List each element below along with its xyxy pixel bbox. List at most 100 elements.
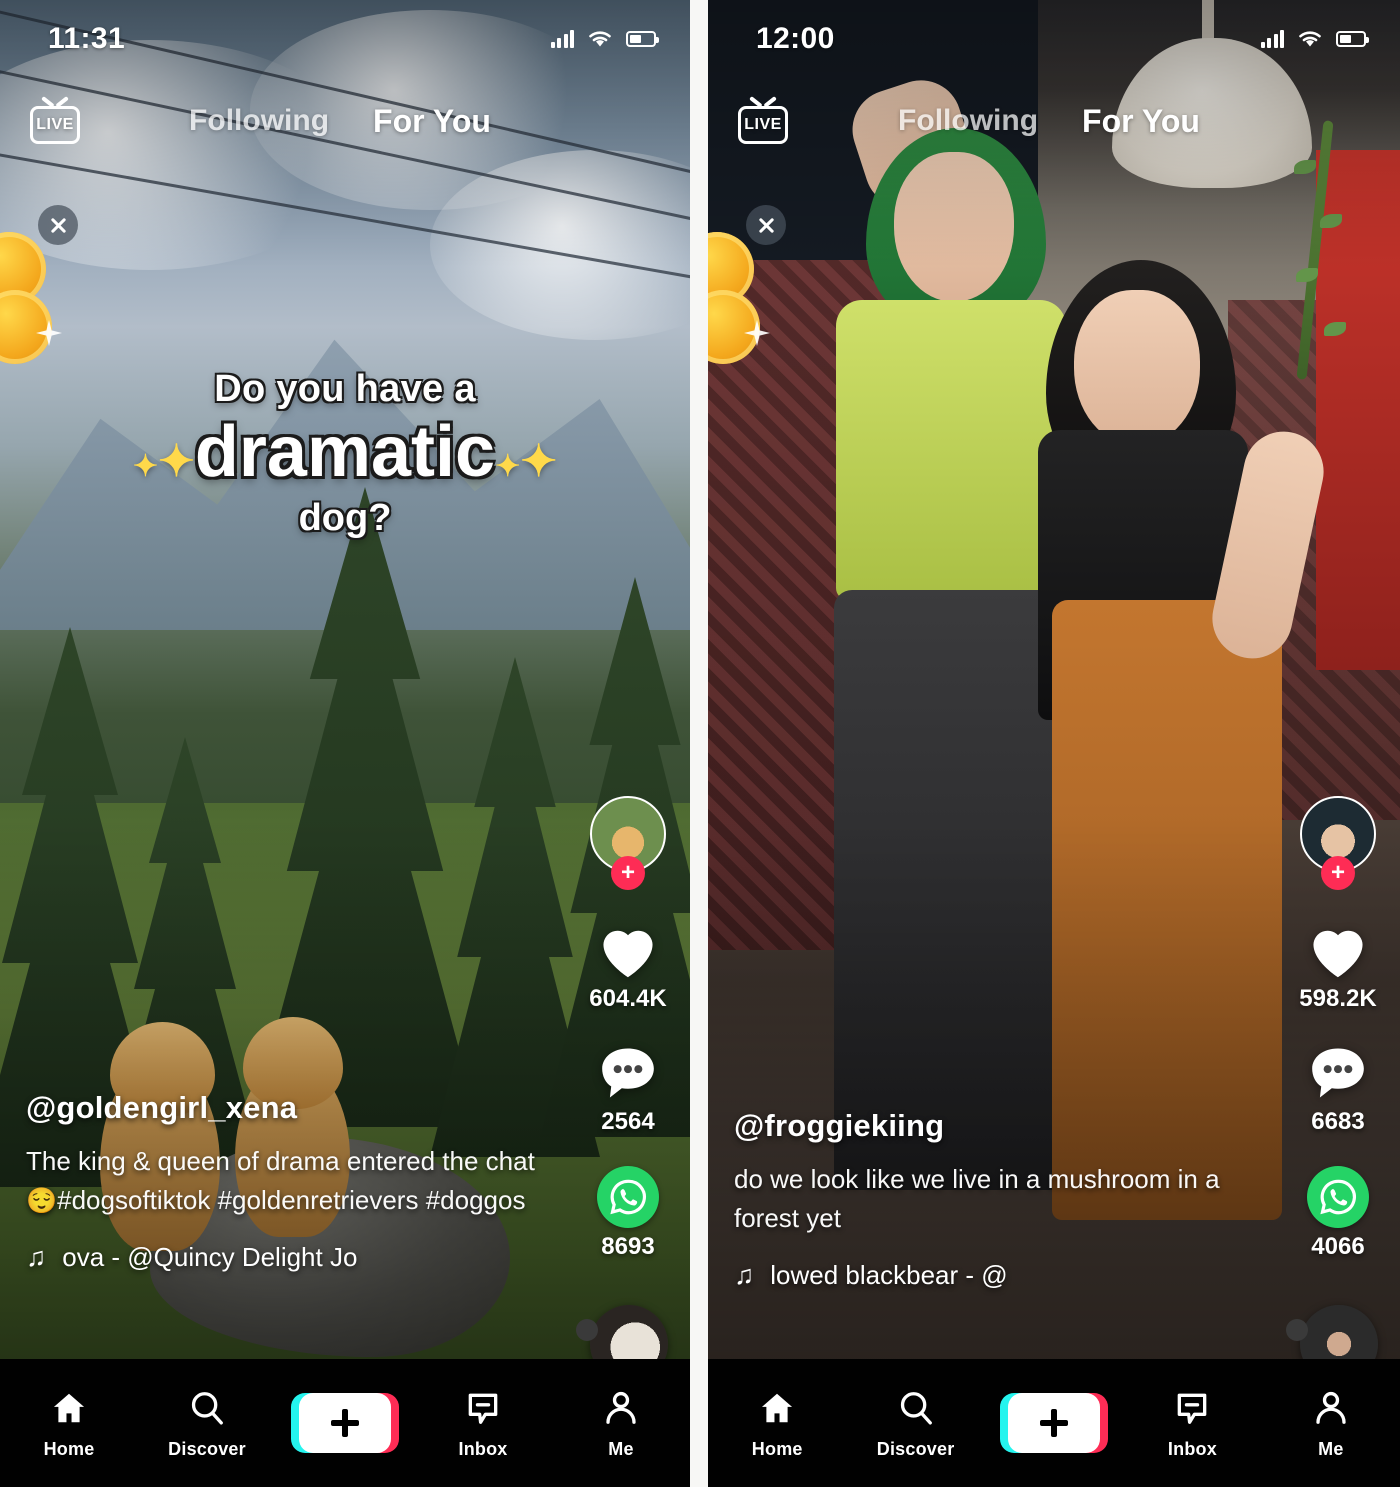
status-clock: 12:00 bbox=[756, 22, 835, 55]
video-caption: @goldengirl_xena The king & queen of dra… bbox=[26, 1090, 546, 1274]
cellular-signal-icon bbox=[550, 30, 574, 48]
share-count: 8693 bbox=[601, 1233, 655, 1260]
top-tab-bar: LIVE Following For You bbox=[0, 88, 690, 154]
caption-hashtags[interactable]: #dogsoftiktok #goldenretrievers bbox=[57, 1185, 418, 1215]
feed-tabs: Following For You bbox=[898, 103, 1210, 140]
music-title: lowed blackbear - @ bbox=[770, 1260, 1008, 1290]
battery-icon bbox=[626, 31, 659, 47]
gold-coins-icon[interactable] bbox=[0, 232, 62, 372]
inbox-message-icon bbox=[1169, 1386, 1215, 1430]
feed-tabs: Following For You bbox=[189, 103, 501, 140]
follow-button[interactable]: + bbox=[611, 856, 645, 890]
music-note-icon: ♫ bbox=[734, 1260, 755, 1290]
share-button[interactable]: 4066 bbox=[1307, 1166, 1369, 1261]
nav-item-discover[interactable]: Discover bbox=[846, 1386, 984, 1460]
live-tv-icon[interactable]: LIVE bbox=[30, 98, 80, 144]
live-label: LIVE bbox=[36, 116, 74, 133]
home-icon bbox=[46, 1386, 92, 1430]
nav-label-inbox: Inbox bbox=[1167, 1439, 1217, 1459]
phone-panel-right: 12:00 LIVE Following For You + 598.2K 66… bbox=[708, 0, 1400, 1487]
caption-text: do we look like we live in a mushroom in… bbox=[734, 1160, 1244, 1238]
nav-item-create[interactable] bbox=[985, 1393, 1123, 1453]
wifi-icon bbox=[589, 31, 611, 47]
dual-phone-screenshot: 11:31 LIVE Following For You Do you have… bbox=[0, 0, 1400, 1487]
comment-button[interactable]: 6683 bbox=[1307, 1043, 1369, 1136]
nav-item-discover[interactable]: Discover bbox=[138, 1386, 276, 1460]
like-count: 604.4K bbox=[589, 985, 667, 1012]
status-clock: 11:31 bbox=[48, 22, 126, 55]
caption-line-1: do we look like we live in a mushroom in bbox=[734, 1164, 1198, 1194]
music-row[interactable]: ♫ ova - @Quincy Delight Jo bbox=[26, 1242, 546, 1273]
search-icon bbox=[893, 1386, 939, 1430]
nav-item-home[interactable]: Home bbox=[708, 1386, 846, 1460]
bottom-navigation: Home Discover Inbox Me bbox=[0, 1359, 690, 1487]
creator-avatar[interactable]: + bbox=[590, 796, 666, 890]
cellular-signal-icon bbox=[1260, 30, 1284, 48]
nav-item-create[interactable] bbox=[276, 1393, 414, 1453]
relieved-face-emoji: 😌 bbox=[26, 1186, 58, 1215]
gold-coins-icon[interactable] bbox=[708, 232, 770, 372]
nav-label-discover: Discover bbox=[876, 1439, 955, 1459]
caption-text: The king & queen of drama entered the ch… bbox=[26, 1142, 546, 1221]
tab-following[interactable]: Following bbox=[189, 104, 329, 138]
comment-bubble-icon bbox=[602, 1048, 654, 1098]
tab-following[interactable]: Following bbox=[898, 104, 1038, 138]
status-bar: 11:31 bbox=[0, 0, 690, 78]
create-plus-icon[interactable] bbox=[1000, 1393, 1109, 1453]
caption-username[interactable]: @froggiekiing bbox=[734, 1108, 1244, 1144]
nav-item-me[interactable]: Me bbox=[552, 1386, 690, 1460]
home-icon bbox=[754, 1386, 800, 1430]
status-bar: 12:00 bbox=[708, 0, 1400, 78]
caption-line-3[interactable]: #doggos bbox=[426, 1185, 526, 1215]
action-rail: + 604.4K 2564 8693 bbox=[582, 796, 674, 1261]
comment-count: 2564 bbox=[601, 1108, 655, 1135]
top-tab-bar: LIVE Following For You bbox=[708, 88, 1400, 154]
tab-for-you[interactable]: For You bbox=[1082, 103, 1200, 140]
whatsapp-share-icon bbox=[597, 1166, 659, 1228]
close-icon[interactable] bbox=[38, 205, 78, 245]
live-tv-icon[interactable]: LIVE bbox=[738, 98, 788, 144]
nav-item-home[interactable]: Home bbox=[0, 1386, 138, 1460]
like-button[interactable]: 598.2K bbox=[1299, 920, 1377, 1013]
nav-label-home: Home bbox=[751, 1439, 803, 1459]
battery-icon bbox=[1336, 31, 1369, 47]
status-system-icons bbox=[1260, 29, 1369, 49]
music-note-icon: ♫ bbox=[26, 1242, 47, 1272]
nav-item-inbox[interactable]: Inbox bbox=[1123, 1386, 1261, 1460]
share-count: 4066 bbox=[1311, 1233, 1365, 1260]
live-label: LIVE bbox=[744, 116, 782, 133]
heart-icon bbox=[603, 930, 653, 978]
nav-label-me: Me bbox=[608, 1439, 634, 1459]
search-icon bbox=[184, 1386, 230, 1430]
action-rail: + 598.2K 6683 4066 bbox=[1292, 796, 1384, 1261]
music-title: ova - @Quincy Delight Jo bbox=[62, 1242, 358, 1272]
create-plus-icon[interactable] bbox=[291, 1393, 399, 1453]
nav-item-me[interactable]: Me bbox=[1262, 1386, 1400, 1460]
like-button[interactable]: 604.4K bbox=[589, 920, 667, 1013]
status-system-icons bbox=[550, 29, 659, 49]
caption-username[interactable]: @goldengirl_xena bbox=[26, 1090, 546, 1126]
heart-icon bbox=[1313, 930, 1363, 978]
wifi-icon bbox=[1299, 31, 1321, 47]
tab-for-you[interactable]: For You bbox=[373, 103, 491, 140]
panel-divider bbox=[690, 0, 708, 1487]
comment-button[interactable]: 2564 bbox=[597, 1043, 659, 1136]
share-button[interactable]: 8693 bbox=[597, 1166, 659, 1261]
person-icon bbox=[1308, 1386, 1354, 1430]
like-count: 598.2K bbox=[1299, 985, 1377, 1012]
person-icon bbox=[598, 1386, 644, 1430]
comment-bubble-icon bbox=[1312, 1048, 1364, 1098]
nav-item-inbox[interactable]: Inbox bbox=[414, 1386, 552, 1460]
phone-panel-left: 11:31 LIVE Following For You Do you have… bbox=[0, 0, 690, 1487]
creator-avatar[interactable]: + bbox=[1300, 796, 1376, 890]
close-icon[interactable] bbox=[746, 205, 786, 245]
caption-line-1: The king & queen of drama entered the bbox=[26, 1145, 479, 1176]
whatsapp-share-icon bbox=[1307, 1166, 1369, 1228]
music-row[interactable]: ♫ lowed blackbear - @ bbox=[734, 1260, 1244, 1291]
nav-label-inbox: Inbox bbox=[458, 1439, 508, 1459]
caption-line-2-pre: chat bbox=[485, 1145, 535, 1176]
nav-label-discover: Discover bbox=[168, 1439, 246, 1459]
bottom-navigation: Home Discover Inbox Me bbox=[708, 1359, 1400, 1487]
follow-button[interactable]: + bbox=[1321, 856, 1355, 890]
comment-count: 6683 bbox=[1311, 1108, 1365, 1135]
